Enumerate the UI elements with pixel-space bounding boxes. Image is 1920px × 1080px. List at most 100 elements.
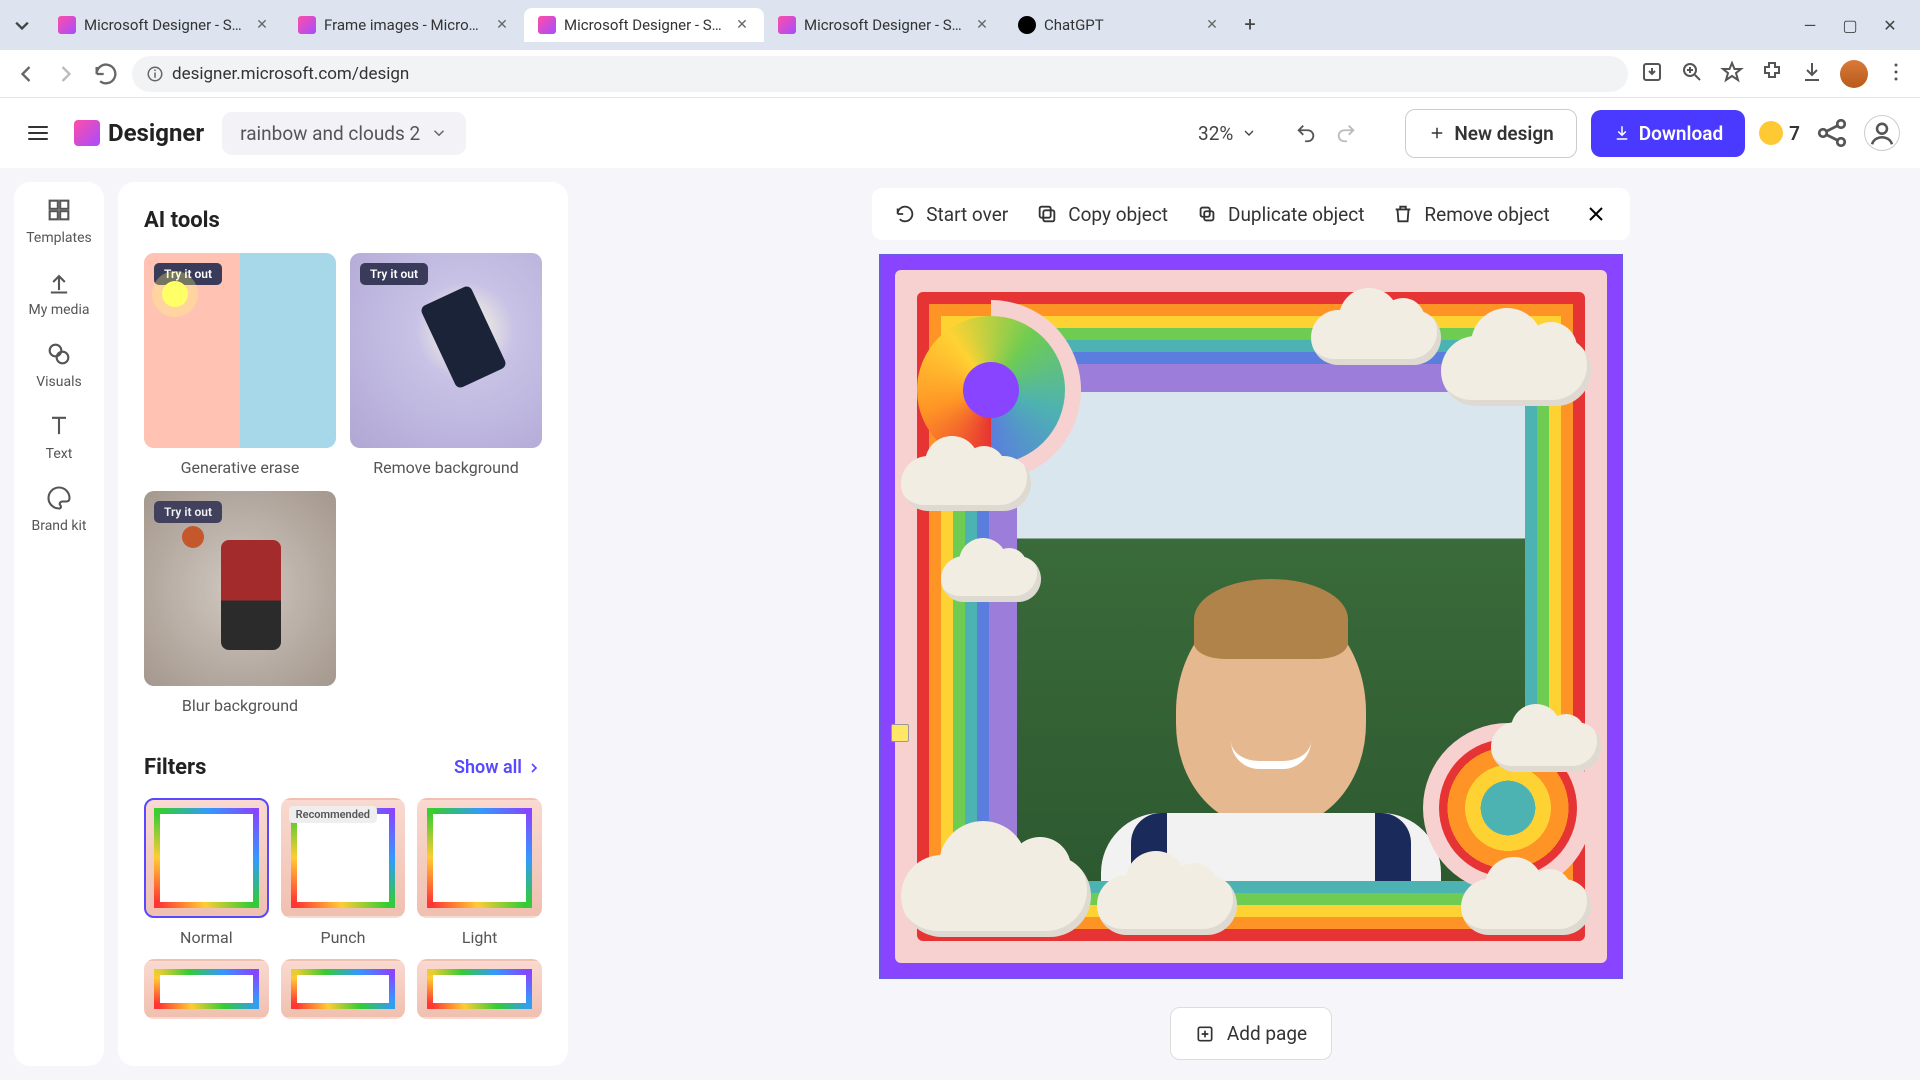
tool-label: Duplicate object: [1228, 203, 1364, 226]
back-icon[interactable]: [12, 60, 40, 88]
text-icon: [45, 412, 73, 440]
cursor-indicator: [891, 724, 909, 742]
designer-favicon-icon: [298, 16, 316, 34]
site-info-icon[interactable]: [146, 65, 164, 83]
forward-icon[interactable]: [52, 60, 80, 88]
menu-icon[interactable]: [1884, 60, 1908, 84]
share-icon[interactable]: [1814, 115, 1850, 151]
close-icon[interactable]: ✕: [974, 17, 990, 33]
coin-icon: [1759, 121, 1783, 145]
browser-tabs: Microsoft Designer - Stunning ✕ Frame im…: [44, 8, 1800, 42]
extensions-icon[interactable]: [1760, 60, 1784, 84]
new-design-label: New design: [1454, 122, 1553, 145]
close-icon[interactable]: ✕: [254, 17, 270, 33]
download-label: Download: [1639, 122, 1723, 145]
browser-tab[interactable]: Microsoft Designer - Stunning ✕: [44, 8, 284, 42]
filter-thumb: Recommended: [281, 798, 406, 918]
ai-tools-heading: AI tools: [144, 208, 542, 233]
filter-thumb: [417, 959, 542, 1019]
hamburger-icon[interactable]: [20, 115, 56, 151]
new-design-button[interactable]: New design: [1405, 109, 1576, 158]
browser-tab-active[interactable]: Microsoft Designer - Stunning ✕: [524, 8, 764, 42]
close-icon[interactable]: ✕: [734, 17, 750, 33]
rail-visuals[interactable]: Visuals: [36, 340, 82, 390]
minimize-icon[interactable]: —: [1800, 15, 1820, 35]
plus-icon: [1428, 124, 1446, 142]
tab-search-icon[interactable]: [8, 11, 36, 39]
rail-label: My media: [29, 302, 90, 318]
ai-tool-generative-erase[interactable]: Try it out Generative erase: [144, 253, 336, 477]
url-input[interactable]: designer.microsoft.com/design: [132, 56, 1628, 92]
profile-avatar[interactable]: [1840, 60, 1868, 88]
rail-brand-kit[interactable]: Brand kit: [32, 484, 87, 534]
rail-templates[interactable]: Templates: [26, 196, 92, 246]
cloud-decoration: [901, 456, 1031, 511]
install-icon[interactable]: [1640, 60, 1664, 84]
tab-title: ChatGPT: [1044, 16, 1196, 34]
restart-icon: [894, 203, 916, 225]
bookmark-icon[interactable]: [1720, 60, 1744, 84]
copy-object-button[interactable]: Copy object: [1036, 203, 1168, 226]
app-header: Designer rainbow and clouds 2 32% New de…: [0, 98, 1920, 168]
upload-icon: [45, 268, 73, 296]
new-tab-button[interactable]: +: [1234, 8, 1266, 40]
start-over-button[interactable]: Start over: [894, 203, 1008, 226]
ai-tool-thumb: Try it out: [350, 253, 542, 448]
coins-indicator[interactable]: 7: [1759, 121, 1800, 145]
tab-title: Microsoft Designer - Stunning: [804, 16, 966, 34]
side-rail: Templates My media Visuals Text Brand ki…: [14, 182, 104, 1066]
chevron-down-icon: [430, 124, 448, 142]
filter-item[interactable]: [144, 959, 269, 1019]
undo-icon[interactable]: [1295, 122, 1317, 144]
close-window-icon[interactable]: ✕: [1880, 15, 1900, 35]
design-canvas[interactable]: [881, 256, 1621, 977]
download-icon: [1613, 124, 1631, 142]
show-all-link[interactable]: Show all: [454, 757, 542, 778]
browser-tab[interactable]: Microsoft Designer - Stunning ✕: [764, 8, 1004, 42]
visuals-icon: [45, 340, 73, 368]
filter-item[interactable]: [281, 959, 406, 1019]
cloud-decoration: [1491, 722, 1601, 772]
ai-tool-blur-background[interactable]: Try it out Blur background: [144, 491, 336, 715]
rail-text[interactable]: Text: [45, 412, 73, 462]
reload-icon[interactable]: [92, 60, 120, 88]
design-name-dropdown[interactable]: rainbow and clouds 2: [222, 112, 466, 155]
close-toolbar-button[interactable]: [1584, 202, 1608, 226]
filter-punch[interactable]: Recommended Punch: [281, 798, 406, 947]
url-text: designer.microsoft.com/design: [172, 64, 409, 84]
side-panel: AI tools Try it out Generative erase Try…: [118, 182, 568, 1066]
filter-light[interactable]: Light: [417, 798, 542, 947]
maximize-icon[interactable]: ▢: [1840, 15, 1860, 35]
close-icon[interactable]: ✕: [1204, 17, 1220, 33]
close-icon[interactable]: ✕: [494, 17, 510, 33]
cloud-decoration: [901, 855, 1091, 937]
designer-favicon-icon: [538, 16, 556, 34]
zoom-control[interactable]: 32%: [1198, 122, 1257, 145]
panel-scroll[interactable]: AI tools Try it out Generative erase Try…: [144, 208, 568, 1066]
zoom-icon[interactable]: [1680, 60, 1704, 84]
ai-tool-thumb: Try it out: [144, 253, 336, 448]
rail-my-media[interactable]: My media: [29, 268, 90, 318]
tool-label: Copy object: [1068, 203, 1168, 226]
download-button[interactable]: Download: [1591, 110, 1745, 157]
main-content: Templates My media Visuals Text Brand ki…: [0, 168, 1920, 1080]
rail-label: Visuals: [36, 374, 82, 390]
chevron-down-icon: [1241, 125, 1257, 141]
add-page-label: Add page: [1227, 1022, 1307, 1045]
browser-tab[interactable]: ChatGPT ✕: [1004, 8, 1234, 42]
browser-tab-strip: Microsoft Designer - Stunning ✕ Frame im…: [0, 0, 1920, 50]
browser-tab[interactable]: Frame images - Microsoft Des ✕: [284, 8, 524, 42]
filter-normal[interactable]: Normal: [144, 798, 269, 947]
duplicate-object-button[interactable]: Duplicate object: [1196, 203, 1364, 226]
filter-thumb: [281, 959, 406, 1019]
filter-item[interactable]: [417, 959, 542, 1019]
downloads-icon[interactable]: [1800, 60, 1824, 84]
designer-logo[interactable]: Designer: [74, 119, 204, 147]
ai-tool-remove-background[interactable]: Try it out Remove background: [350, 253, 542, 477]
account-icon[interactable]: [1864, 115, 1900, 151]
tab-title: Frame images - Microsoft Des: [324, 16, 486, 34]
redo-icon[interactable]: [1335, 122, 1357, 144]
add-page-button[interactable]: Add page: [1170, 1007, 1332, 1060]
remove-object-button[interactable]: Remove object: [1392, 203, 1549, 226]
copy-icon: [1036, 203, 1058, 225]
